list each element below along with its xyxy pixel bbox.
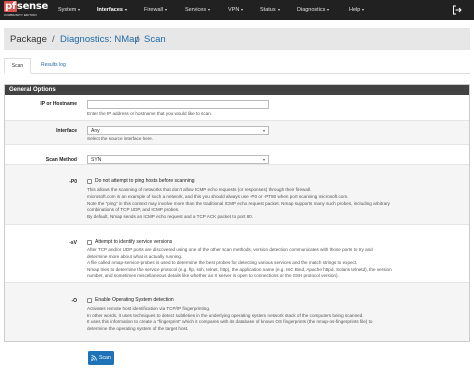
panel-title: General Options [5,85,469,95]
form-row-interface: Interface Any Select the source interfac… [5,121,469,145]
nav-system[interactable]: System [58,0,81,20]
interface-select[interactable]: Any [87,126,269,135]
os-help-line: Activates remote host identification via… [87,306,211,311]
scan-button-label: Scan [99,355,111,361]
pfsense-logo[interactable]: pfsense COMMUNITY EDITION [4,1,49,19]
chevron-down-icon [362,8,365,11]
sv-help-line: number, and sometimes miscellaneous deta… [87,273,339,278]
breadcrumb-diagnostics-nmap[interactable]: Diagnostics: NMap [60,34,140,45]
interface-label: Interface [56,128,77,134]
form-row-p0: -P0 Do not attempt to ping hosts before … [5,165,469,225]
hostname-label: IP or Hostname [40,101,77,107]
sv-checkbox-label[interactable]: Attempt to identify service versions [95,239,172,245]
sign-out-icon[interactable] [452,5,462,15]
nav-help[interactable]: Help [349,0,365,20]
hostname-input[interactable] [87,100,269,109]
scan-method-label: Scan Method [45,157,77,163]
os-checkbox-label[interactable]: Enable Operating System detection [95,297,174,303]
os-label: -O [71,298,77,304]
chevron-down-icon [327,8,330,11]
os-checkbox[interactable] [87,298,92,303]
breadcrumb-separator: / [136,34,139,45]
scan-method-selected-value: SYN [91,157,102,163]
p0-help-line: This allows the scanning of networks tha… [87,187,312,192]
hostname-help: Enter the IP address or hostname that yo… [87,111,213,116]
sv-label: -sV [69,240,77,246]
form-row-hostname: IP or Hostname Enter the IP address or h… [5,95,469,121]
nav-status[interactable]: Status [260,0,280,20]
nav-services[interactable]: Services [185,0,211,20]
chevron-down-icon [277,8,280,11]
p0-label: -P0 [69,179,77,185]
chevron-down-icon [241,8,244,11]
form-row-os: -O Enable Operating System detection Act… [5,283,469,341]
sv-help-line: A file called nmap-service-probes is use… [87,260,358,265]
breadcrumb-scan[interactable]: Scan [144,34,166,45]
os-help-line: determine the operating system of the ta… [87,326,189,331]
tab-bar: Scan Results log [4,58,470,74]
scan-button[interactable]: Scan [88,351,114,365]
p0-help-line: microsoft.com is an example of such a ne… [87,194,349,199]
chevron-down-icon [125,8,127,11]
sv-help-line: After TCP and/or UDP ports are discovere… [87,247,373,252]
os-help-line: It uses this information to create a "fi… [87,319,373,324]
nav-diagnostics[interactable]: Diagnostics [297,0,330,20]
rss-icon [91,355,97,361]
sv-checkbox[interactable] [87,240,92,245]
breadcrumb-separator: / [52,34,55,45]
interface-selected-value: Any [91,128,100,134]
scan-method-select[interactable]: SYN [87,155,269,164]
chevron-down-icon [263,130,265,132]
chevron-down-icon [164,8,167,11]
form-row-scan-method: Scan Method SYN [5,145,469,165]
breadcrumb-package: Package [10,34,47,45]
p0-help-line: By default, Nmap sends an ICMP echo requ… [87,214,253,219]
interface-help: Select the source interface here. [87,136,154,141]
form-row-sv: -sV Attempt to identify service versions… [5,225,469,283]
chevron-down-icon [208,8,211,11]
chevron-down-icon [263,159,265,161]
nav-vpn[interactable]: VPN [228,0,244,20]
breadcrumb: Package / Diagnostics: NMap / Scan [4,28,470,50]
top-navbar: pfsense COMMUNITY EDITION System Interfa… [0,0,474,20]
p0-checkbox-label[interactable]: Do not attempt to ping hosts before scan… [95,178,195,184]
tab-scan[interactable]: Scan [4,58,31,74]
chevron-down-icon [78,8,81,11]
general-options-panel: General Options IP or Hostname Enter the… [4,84,470,342]
nav-firewall[interactable]: Firewall [144,0,167,20]
tab-results-log[interactable]: Results log [41,58,66,74]
p0-checkbox[interactable] [87,179,92,184]
logo-wordmark: pfsense [4,1,49,12]
nav-interfaces[interactable]: Interfaces [97,0,127,20]
logo-edition: COMMUNITY EDITION [4,13,37,17]
p0-help-line: combinations of TCP UDP, and ICMP probes… [87,207,180,212]
